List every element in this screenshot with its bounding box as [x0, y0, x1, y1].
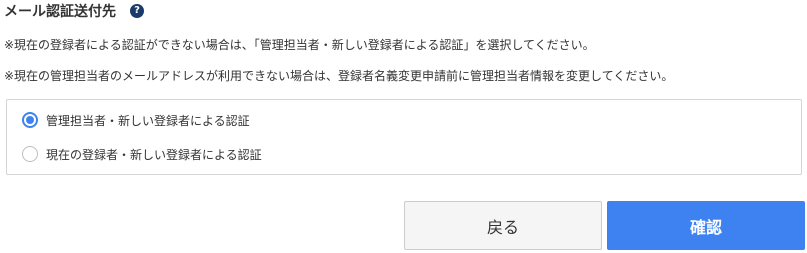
auth-option-group: 管理担当者・新しい登録者による認証 現在の登録者・新しい登録者による認証 [6, 99, 802, 175]
back-button[interactable]: 戻る [404, 201, 602, 250]
section-title: メール認証送付先 [4, 4, 116, 20]
radio-option-admin[interactable]: 管理担当者・新しい登録者による認証 [22, 111, 250, 129]
radio-button-admin[interactable] [22, 112, 38, 128]
radio-label-admin: 管理担当者・新しい登録者による認証 [46, 113, 250, 128]
help-icon[interactable]: ? [130, 4, 144, 18]
radio-option-current[interactable]: 現在の登録者・新しい登録者による認証 [22, 145, 262, 163]
note-text-1: ※現在の登録者による認証ができない場合は、「管理担当者・新しい登録者による認証」… [4, 38, 595, 52]
radio-label-current: 現在の登録者・新しい登録者による認証 [46, 147, 262, 162]
note-text-2: ※現在の管理担当者のメールアドレスが利用できない場合は、登録者名義変更申請前に管… [4, 69, 674, 83]
section-heading: メール認証送付先 ? [4, 1, 144, 21]
radio-button-current[interactable] [22, 146, 38, 162]
confirm-button[interactable]: 確認 [607, 201, 805, 250]
